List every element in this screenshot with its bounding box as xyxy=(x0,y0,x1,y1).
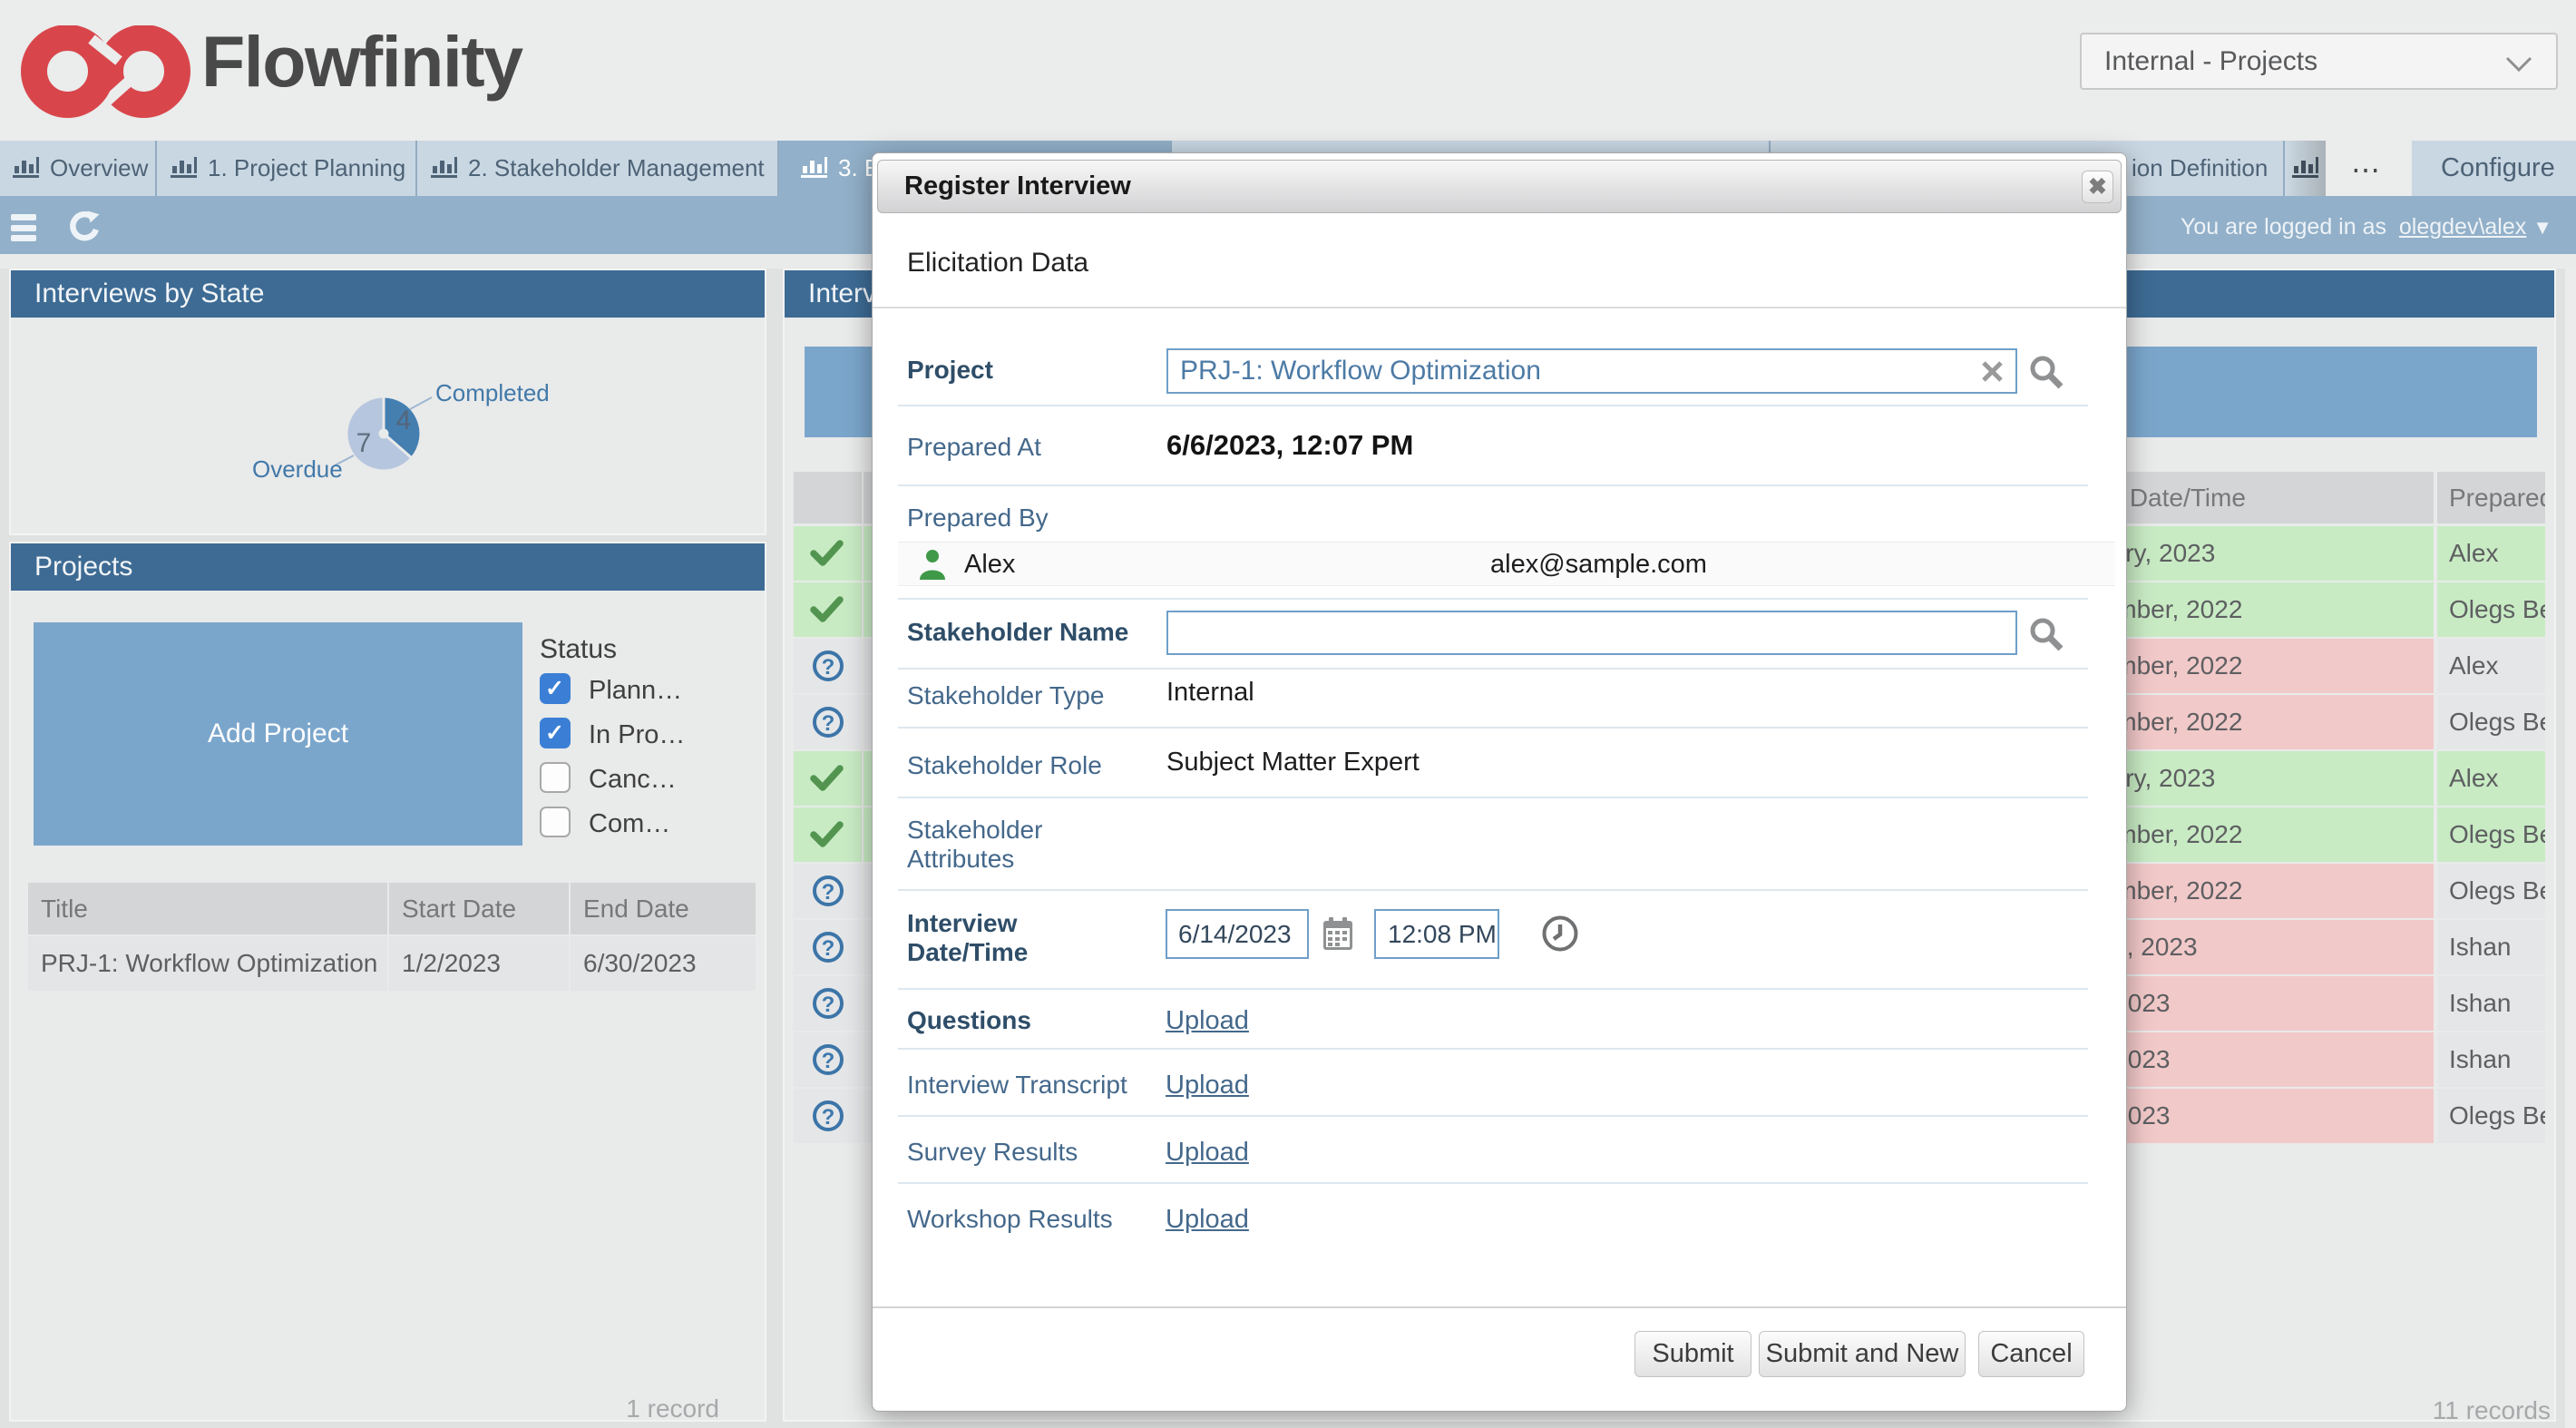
svg-text:?: ? xyxy=(822,880,835,905)
svg-text:Overdue: Overdue xyxy=(252,455,343,483)
svg-text:7: 7 xyxy=(356,428,372,458)
svg-text:?: ? xyxy=(822,1105,835,1130)
svg-text:?: ? xyxy=(822,936,835,961)
svg-text:?: ? xyxy=(822,711,835,736)
svg-text:Flowfinity: Flowfinity xyxy=(201,25,523,102)
svg-text:Completed: Completed xyxy=(435,379,550,406)
svg-text:?: ? xyxy=(822,1049,835,1073)
svg-text:4: 4 xyxy=(396,406,412,435)
svg-text:?: ? xyxy=(822,993,835,1017)
svg-text:?: ? xyxy=(822,655,835,680)
